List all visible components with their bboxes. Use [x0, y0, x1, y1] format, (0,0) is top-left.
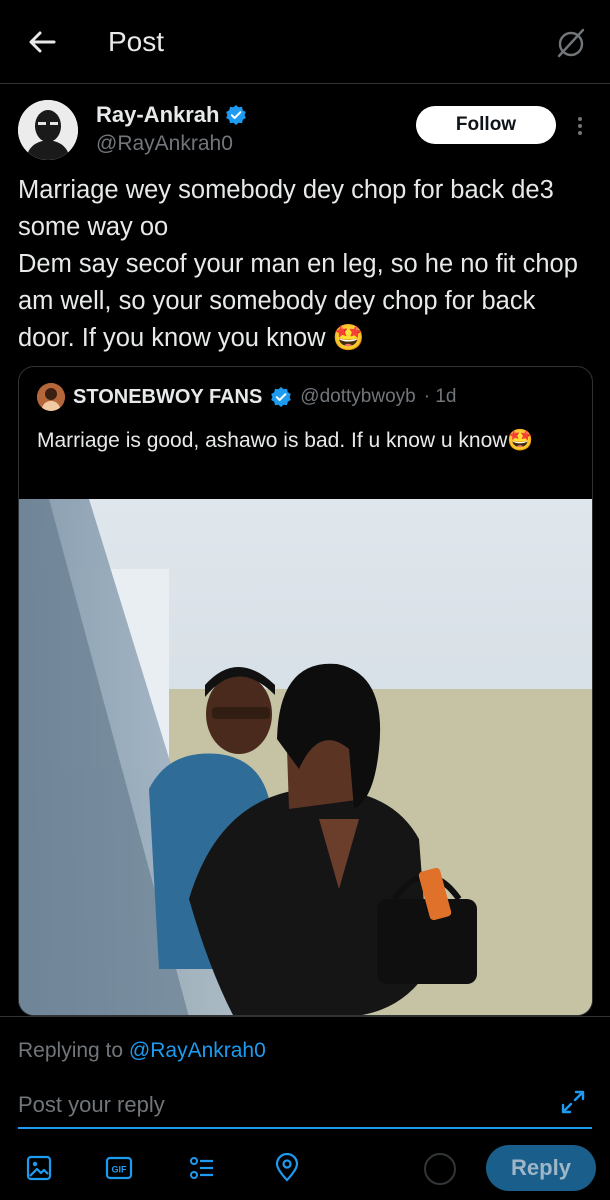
gif-icon: GIF: [105, 1156, 133, 1180]
post-author: Ray-Ankrah @RayAnkrah0 Follow: [18, 100, 598, 160]
add-location-button[interactable]: [272, 1152, 302, 1183]
expand-icon: [561, 1090, 585, 1114]
author-name[interactable]: Ray-Ankrah: [96, 102, 219, 128]
add-gif-button[interactable]: GIF: [104, 1153, 134, 1183]
post-photo: [19, 499, 592, 1015]
reply-input[interactable]: [18, 1089, 538, 1121]
quoted-post-text: Marriage is good, ashawo is bad. If u kn…: [37, 429, 534, 452]
expand-composer-button[interactable]: [558, 1087, 588, 1117]
author-handle[interactable]: @RayAnkrah0: [96, 132, 233, 156]
post-text: Marriage wey somebody dey chop for back …: [18, 172, 594, 357]
reply-toolbar: GIF Reply: [0, 1145, 610, 1195]
verified-badge-icon: [271, 387, 292, 407]
page-title: Post: [108, 26, 165, 57]
quoted-post[interactable]: STONEBWOY FANS @dottybwoyb · 1d Marriage…: [18, 366, 593, 1016]
replying-to-text: Replying to @RayAnkrah0: [18, 1039, 266, 1063]
character-count-ring: [424, 1153, 456, 1185]
quoted-post-time: · 1d: [423, 386, 457, 407]
svg-text:GIF: GIF: [112, 1165, 128, 1175]
post-text-line: Marriage wey somebody dey chop for back …: [18, 176, 554, 241]
follow-button[interactable]: Follow: [416, 106, 556, 144]
quoted-avatar: [37, 383, 65, 411]
replying-to-prefix: Replying to: [18, 1039, 129, 1062]
location-pin-icon: [275, 1152, 299, 1182]
verified-badge-icon: [226, 105, 247, 125]
poll-list-icon: [190, 1157, 213, 1179]
arrow-left-icon: [29, 31, 56, 53]
quoted-post-header: STONEBWOY FANS @dottybwoyb · 1d: [37, 383, 456, 411]
grok-icon: [557, 28, 585, 58]
back-button[interactable]: [24, 24, 60, 60]
quoted-author-name: STONEBWOY FANS: [73, 385, 263, 408]
grok-button[interactable]: [554, 26, 588, 60]
more-vertical-icon: [578, 117, 582, 135]
quoted-author-handle: @dottybwoyb: [300, 386, 416, 407]
post-text-line: Dem say secof your man en leg, so he no …: [18, 250, 578, 352]
quoted-post-image[interactable]: [19, 499, 592, 1015]
reply-button[interactable]: Reply: [486, 1145, 596, 1191]
replying-to-handle[interactable]: @RayAnkrah0: [129, 1039, 266, 1062]
reply-composer: Replying to @RayAnkrah0 GIF: [0, 1016, 610, 1200]
reply-input-underline: [18, 1127, 592, 1129]
author-name-row[interactable]: Ray-Ankrah: [96, 102, 247, 128]
more-options-button[interactable]: [574, 114, 586, 138]
avatar[interactable]: [18, 100, 78, 160]
quoted-avatar-image: [37, 383, 65, 411]
add-poll-button[interactable]: [186, 1153, 216, 1183]
add-image-button[interactable]: [24, 1153, 54, 1183]
top-bar: Post: [0, 0, 610, 84]
image-icon: [26, 1155, 52, 1181]
author-avatar-image: [18, 100, 78, 160]
